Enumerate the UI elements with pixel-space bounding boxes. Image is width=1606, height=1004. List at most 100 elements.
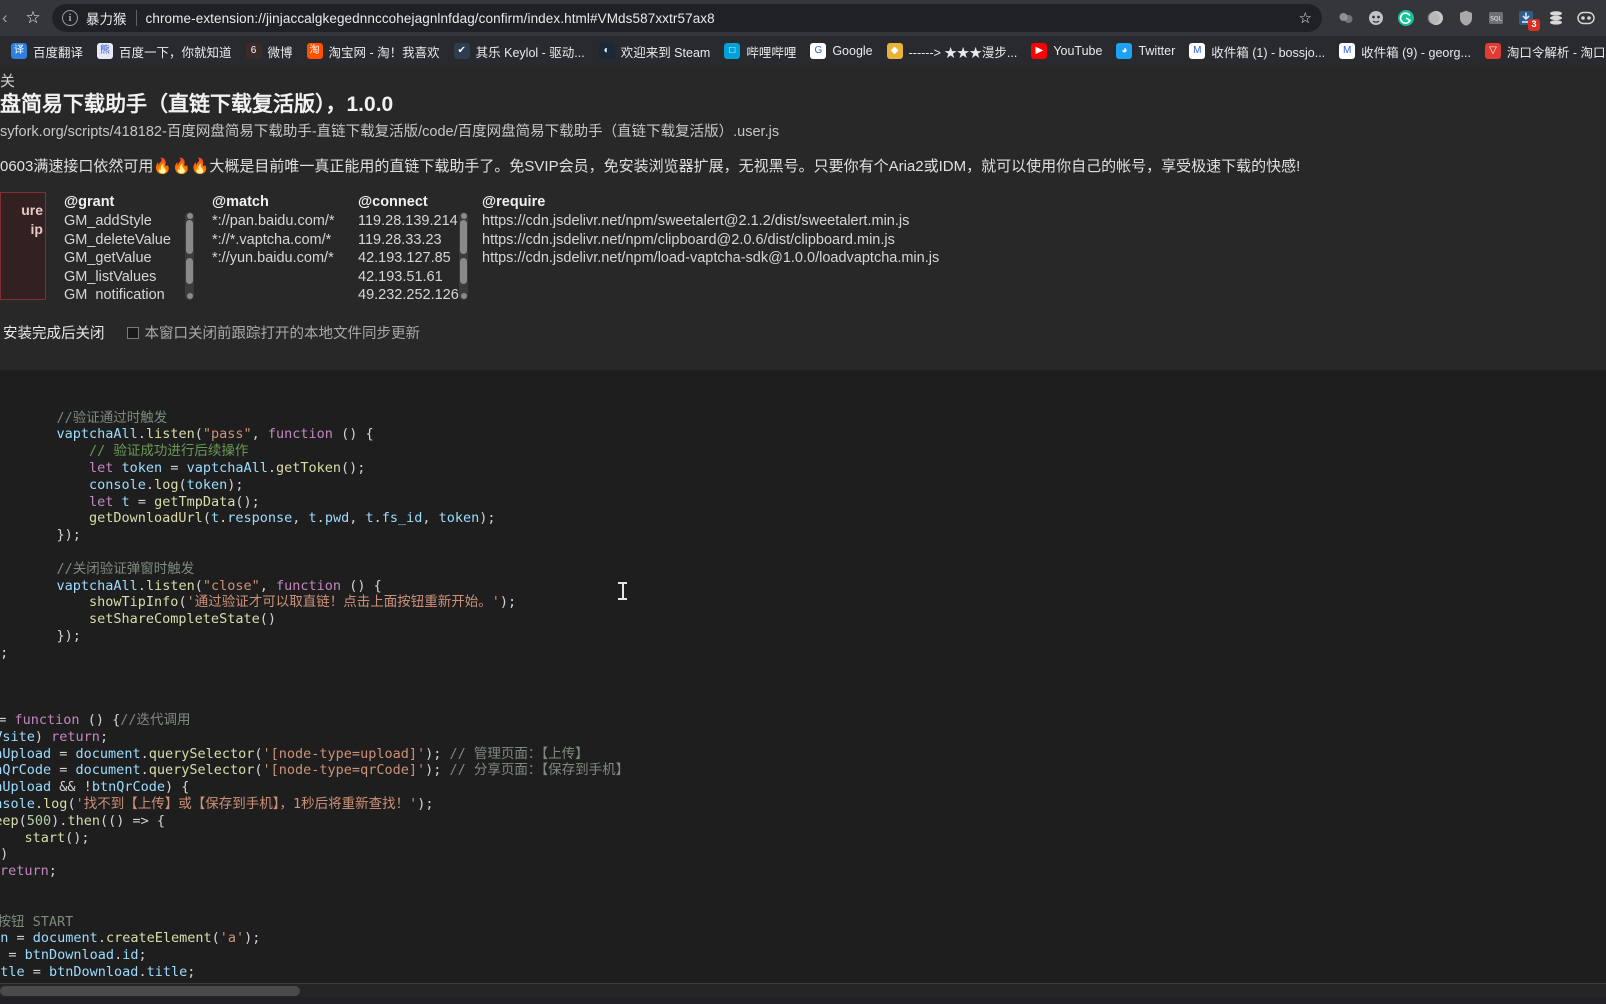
code-token: // 分享页面：【保存到手机】 xyxy=(449,762,630,779)
editor-horizontal-scrollbar[interactable] xyxy=(0,983,1606,997)
bookmark-item[interactable]: ✔ 其乐 Keylol - 驱动... xyxy=(447,39,592,63)
code-token: return xyxy=(51,728,100,745)
scrollbar-thumb-lower[interactable] xyxy=(186,258,193,284)
code-token: () { xyxy=(332,426,374,443)
track-local-file-checkbox[interactable] xyxy=(126,326,139,339)
code-token: . xyxy=(267,459,276,476)
code-token: , xyxy=(349,510,366,527)
bookmark-item[interactable]: ◐ 欢迎来到 Steam xyxy=(592,39,718,63)
adguard-icon[interactable] xyxy=(1332,4,1360,32)
bookmark-item[interactable]: 熊百度一下，你就知道 xyxy=(90,39,239,63)
metadata-key-label: @grant xyxy=(64,194,115,210)
bookmark-item[interactable]: ▽ 淘口令解析 - 淘口... xyxy=(1478,39,1606,63)
code-token: = xyxy=(51,762,76,779)
code-token: . xyxy=(34,795,44,812)
metadata-column-scrollbar[interactable] xyxy=(185,212,194,300)
steam-icon: ◐ xyxy=(598,43,615,59)
code-token: (); xyxy=(65,829,90,846)
bookmark-label: 其乐 Keylol - 驱动... xyxy=(475,45,585,60)
scrollbar-thumb-lower[interactable] xyxy=(460,258,467,284)
track-local-file-checkbox-wrap[interactable]: 本窗口关闭前跟踪打开的本地文件同步更新 xyxy=(126,322,420,343)
scrollbar-down-dot[interactable] xyxy=(186,293,193,299)
code-token: = xyxy=(0,947,25,964)
bookmark-item[interactable]: M 收件箱 (9) - georg... xyxy=(1332,39,1478,63)
code-token: , xyxy=(259,577,277,594)
code-token: getDownloadUrl xyxy=(24,510,203,527)
metadata-value: 119.28.139.214 xyxy=(358,213,458,229)
shield-icon[interactable] xyxy=(1452,4,1480,32)
metadata-column-match: @match *://pan.baidu.com/* *://*.vaptcha.c… xyxy=(212,192,340,300)
bookmark-item[interactable]: 译百度翻译 xyxy=(4,39,90,63)
bookmark-item[interactable]: 6 微博 xyxy=(239,39,300,63)
sql-icon[interactable]: SQL xyxy=(1482,4,1510,32)
script-code-editor[interactable]: //验证通过时触发 vaptchaAll.listen("pass", func… xyxy=(0,370,1606,997)
extension-icon-tray: SQL 3 xyxy=(1328,4,1600,32)
omnibox[interactable]: i 暴力猴 chrome-extension://jinjaccalgkeged… xyxy=(52,4,1322,32)
code-token: vaptchaAll xyxy=(24,426,138,443)
code-token: t xyxy=(210,510,220,527)
code-token: ( xyxy=(254,745,263,762)
code-line: t = function () {//迭代调用 xyxy=(0,712,1606,729)
info-circle-icon[interactable]: i xyxy=(62,10,78,26)
tampermonkey-icon[interactable] xyxy=(1362,4,1390,32)
code-token: //验证通过时触发 xyxy=(24,409,168,426)
bookmark-item[interactable]: G Google xyxy=(803,39,879,63)
editor-scrollbar-thumb[interactable] xyxy=(0,986,300,996)
bookmark-star-icon[interactable]: ☆ xyxy=(1299,9,1312,27)
moon-icon[interactable] xyxy=(1422,4,1450,32)
code-line: // 验证成功进行后续操作 xyxy=(24,443,1606,460)
metadata-value: 119.28.33.23 xyxy=(358,231,442,248)
metadata-side-tab[interactable]: ure ip xyxy=(0,192,46,300)
code-line: vaptchaAll.listen("close", function () { xyxy=(24,578,1606,595)
code-token: createElement xyxy=(105,930,212,947)
code-token: ! xyxy=(83,779,92,796)
code-token: () { xyxy=(79,711,121,728)
bookmark-item[interactable]: 淘淘宝网 - 淘！我喜欢 xyxy=(300,39,447,63)
bookmark-label: 哔哩哔哩 xyxy=(746,45,797,60)
code-token: let xyxy=(24,459,114,476)
code-line: btnUpload = document.querySelector('[nod… xyxy=(0,746,1606,763)
star-icon[interactable]: ☆ xyxy=(18,3,48,33)
script-description: 0603满速接口依然可用🔥🔥🔥大概是目前唯一真正能用的直链下载助手了。免SVIP… xyxy=(0,158,1301,175)
scrollbar-down-dot[interactable] xyxy=(460,293,467,299)
code-token: . xyxy=(316,510,325,527)
script-source-url: syfork.org/scripts/418182-百度网盘简易下载助手-直链下… xyxy=(0,124,780,140)
bookmark-item[interactable]: □ 哔哩哔哩 xyxy=(717,39,803,63)
scrollbar-up-dot[interactable] xyxy=(186,213,193,219)
code-token: ( xyxy=(18,812,27,829)
bookmark-item[interactable]: ▶ YouTube xyxy=(1024,39,1109,63)
code-token: btnDownload xyxy=(24,947,115,964)
code-token: . xyxy=(140,762,149,779)
browser-toolbar: ‹ ☆ i 暴力猴 chrome-extension://jinjaccalgk… xyxy=(0,0,1606,36)
back-arrow-icon[interactable]: ‹ xyxy=(2,6,18,30)
bookmark-item[interactable]: M 收件箱 (1) - bossjo... xyxy=(1182,39,1332,63)
scrollbar-thumb[interactable] xyxy=(460,220,467,254)
scrollbar-thumb[interactable] xyxy=(186,220,193,254)
bookmark-item[interactable]: ◕ Twitter xyxy=(1109,39,1182,63)
code-token: . xyxy=(137,577,146,594)
download-manager-icon[interactable]: 3 xyxy=(1512,4,1540,32)
database-icon[interactable] xyxy=(1542,4,1570,32)
grammarly-icon[interactable] xyxy=(1392,4,1420,32)
code-token: ( xyxy=(211,930,220,947)
code-token: "pass" xyxy=(202,426,252,443)
code-token: console xyxy=(24,476,146,493)
metadata-column-scrollbar[interactable] xyxy=(459,212,468,300)
code-token: return xyxy=(0,863,49,880)
metadata-value: *://yun.baidu.com/* xyxy=(212,250,334,266)
bookmark-item[interactable]: ◆ ------> ★★★漫步... xyxy=(880,39,1025,63)
code-token: t xyxy=(121,493,130,510)
code-token: (); xyxy=(341,459,366,476)
code-token: , xyxy=(422,510,439,527)
code-token: fs_id xyxy=(381,510,423,527)
code-token: ; xyxy=(48,863,57,880)
code-token: '[node-type=upload]' xyxy=(262,745,426,762)
address-bar-url[interactable]: chrome-extension://jinjaccalgkegednnccoh… xyxy=(146,11,1291,26)
extensions-puzzle-icon[interactable] xyxy=(1572,4,1600,32)
close-after-install-checkbox-wrap[interactable]: 安装完成后关闭 xyxy=(0,322,105,343)
scrollbar-up-dot[interactable] xyxy=(460,213,467,219)
code-token: (() => { xyxy=(99,812,165,829)
metadata-value: https://cdn.jsdelivr.net/npm/load-vaptch… xyxy=(482,250,940,266)
weibo-icon: 6 xyxy=(245,43,262,59)
